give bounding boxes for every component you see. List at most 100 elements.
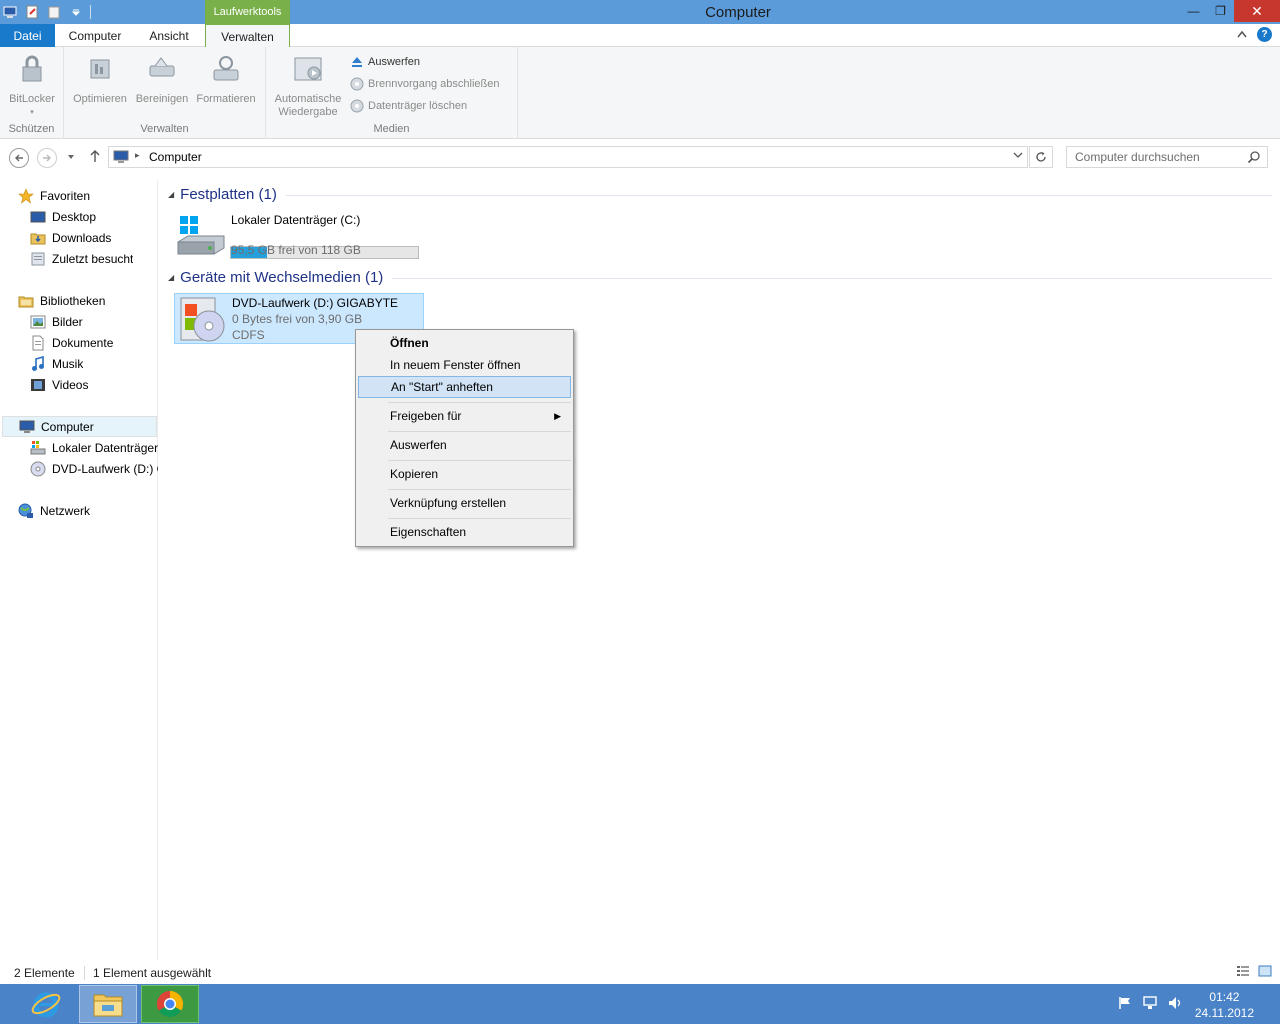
- nav-label: Computer: [41, 419, 94, 434]
- group-title: Geräte mit Wechselmedien (1): [180, 269, 384, 286]
- qat-dropdown-icon[interactable]: [68, 4, 84, 20]
- network-icon: [18, 503, 34, 519]
- address-bar[interactable]: ▸ Computer: [108, 146, 1028, 168]
- menu-item-eigenschaften[interactable]: Eigenschaften: [358, 521, 571, 543]
- nav-downloads[interactable]: Downloads: [30, 227, 111, 248]
- datentraeger-loeschen-button[interactable]: Datenträger löschen: [350, 99, 467, 113]
- menu-item-anheften[interactable]: An "Start" anheften: [358, 376, 571, 398]
- breadcrumb-chevron-icon[interactable]: ▸: [135, 150, 140, 161]
- nav-lokaler-datentraeger[interactable]: Lokaler Datenträger: [30, 437, 158, 458]
- format-drive-icon: [209, 51, 243, 87]
- group-header-festplatten[interactable]: ◢ Festplatten (1): [168, 186, 277, 203]
- window-controls: — ❐ ✕: [1180, 0, 1280, 22]
- help-button[interactable]: ?: [1257, 27, 1272, 42]
- formatieren-label: Formatieren: [196, 93, 256, 105]
- dvd-drive-icon: [30, 461, 46, 477]
- computer-icon[interactable]: [2, 4, 18, 20]
- navigation-pane: Favoriten Desktop Downloads Zuletzt besu…: [0, 180, 158, 960]
- nav-label: Downloads: [52, 230, 112, 245]
- menu-item-kopieren[interactable]: Kopieren: [358, 463, 571, 485]
- forward-button[interactable]: [37, 148, 57, 168]
- menu-item-auswerfen[interactable]: Auswerfen: [358, 434, 571, 456]
- nav-dokumente[interactable]: Dokumente: [30, 332, 113, 353]
- navigation-bar: ▸ Computer Computer durchsuchen: [0, 143, 1280, 171]
- brennvorgang-label: Brennvorgang abschließen: [368, 78, 500, 90]
- group-label-schuetzen: Schützen: [8, 123, 55, 135]
- bereinigen-button[interactable]: Bereinigen: [132, 51, 192, 106]
- nav-dvd-laufwerk[interactable]: DVD-Laufwerk (D:) GIGABYTE: [30, 458, 158, 479]
- menu-item-verknuepfung[interactable]: Verknüpfung erstellen: [358, 492, 571, 514]
- bitlocker-button[interactable]: BitLocker ▾: [6, 51, 58, 119]
- refresh-button[interactable]: [1029, 146, 1053, 168]
- brennvorgang-button[interactable]: Brennvorgang abschließen: [350, 77, 499, 91]
- context-menu: Öffnen In neuem Fenster öffnen An "Start…: [355, 329, 574, 547]
- qat-separator: [90, 5, 91, 19]
- autoplay-button[interactable]: Automatische Wiedergabe: [272, 51, 344, 119]
- ribbon: BitLocker ▾ Schützen Optimieren Bereinig…: [0, 47, 1280, 139]
- menu-separator: [388, 402, 571, 403]
- taskbar-chrome[interactable]: [141, 985, 199, 1023]
- tab-verwalten[interactable]: Verwalten: [205, 24, 290, 48]
- ribbon-help-area: ?: [1237, 27, 1272, 42]
- breadcrumb-computer[interactable]: Computer: [149, 150, 202, 164]
- recent-locations-button[interactable]: [66, 151, 76, 165]
- details-view-icon[interactable]: [1236, 965, 1250, 980]
- large-icons-view-icon[interactable]: [1258, 965, 1272, 980]
- new-folder-icon[interactable]: [46, 4, 62, 20]
- eject-icon: [352, 57, 362, 67]
- menu-item-oeffnen[interactable]: Öffnen: [358, 332, 571, 354]
- tab-datei[interactable]: Datei: [0, 24, 55, 47]
- address-dropdown-icon[interactable]: [1013, 150, 1023, 163]
- datentraeger-loeschen-label: Datenträger löschen: [368, 100, 468, 112]
- close-button[interactable]: ✕: [1234, 0, 1280, 22]
- drive-d-name: DVD-Laufwerk (D:) GIGABYTE: [232, 296, 399, 310]
- collapse-triangle-icon: ◢: [168, 273, 175, 282]
- computer-icon: [19, 419, 35, 435]
- nav-computer[interactable]: Computer: [2, 416, 157, 437]
- autoplay-label-2: Wiedergabe: [278, 106, 338, 118]
- tab-ansicht[interactable]: Ansicht: [140, 24, 198, 47]
- menu-separator: [388, 460, 571, 461]
- hard-drive-icon: [176, 214, 226, 259]
- volume-icon[interactable]: [1168, 996, 1184, 1013]
- taskbar-explorer[interactable]: [79, 985, 137, 1023]
- taskbar-internet-explorer[interactable]: [17, 985, 75, 1023]
- up-button[interactable]: [88, 149, 102, 166]
- computer-icon: [113, 150, 129, 167]
- auswerfen-ribbon-button[interactable]: Auswerfen: [350, 55, 420, 69]
- recent-places-icon: [30, 251, 46, 267]
- properties-icon[interactable]: [24, 4, 40, 20]
- erase-disc-icon: [350, 99, 364, 113]
- ribbon-collapse-icon[interactable]: [1237, 27, 1247, 42]
- network-status-icon[interactable]: [1142, 996, 1158, 1013]
- window-title: Computer: [705, 3, 771, 21]
- maximize-button[interactable]: ❐: [1207, 0, 1234, 22]
- nav-bilder[interactable]: Bilder: [30, 311, 83, 332]
- nav-videos[interactable]: Videos: [30, 374, 88, 395]
- formatieren-button[interactable]: Formatieren: [194, 51, 258, 106]
- search-icon[interactable]: [1247, 150, 1261, 167]
- group-header-wechselmedien[interactable]: ◢ Geräte mit Wechselmedien (1): [168, 269, 383, 286]
- nav-favoriten[interactable]: Favoriten: [18, 185, 90, 206]
- nav-label: Musik: [52, 356, 84, 371]
- optimieren-button[interactable]: Optimieren: [70, 51, 130, 106]
- libraries-icon: [18, 293, 34, 309]
- dvd-drive-icon: [177, 296, 227, 347]
- nav-zuletzt-besucht[interactable]: Zuletzt besucht: [30, 248, 133, 269]
- menu-item-freigeben[interactable]: Freigeben für ▶: [358, 405, 571, 427]
- menu-item-neues-fenster[interactable]: In neuem Fenster öffnen: [358, 354, 571, 376]
- tab-computer[interactable]: Computer: [60, 24, 130, 47]
- title-bar: Laufwerktools Computer — ❐ ✕: [0, 0, 1280, 24]
- nav-bibliotheken[interactable]: Bibliotheken: [18, 290, 105, 311]
- nav-musik[interactable]: Musik: [30, 353, 83, 374]
- action-center-flag-icon[interactable]: [1118, 996, 1132, 1013]
- nav-desktop[interactable]: Desktop: [30, 206, 96, 227]
- back-button[interactable]: [9, 148, 29, 168]
- minimize-button[interactable]: —: [1180, 0, 1207, 22]
- back-arrow-icon: [15, 154, 23, 162]
- nav-netzwerk[interactable]: Netzwerk: [18, 500, 90, 521]
- clock[interactable]: 01:42 24.11.2012: [1195, 989, 1254, 1021]
- downloads-folder-icon: [30, 230, 46, 246]
- search-input[interactable]: Computer durchsuchen: [1066, 146, 1268, 168]
- menu-separator: [388, 489, 571, 490]
